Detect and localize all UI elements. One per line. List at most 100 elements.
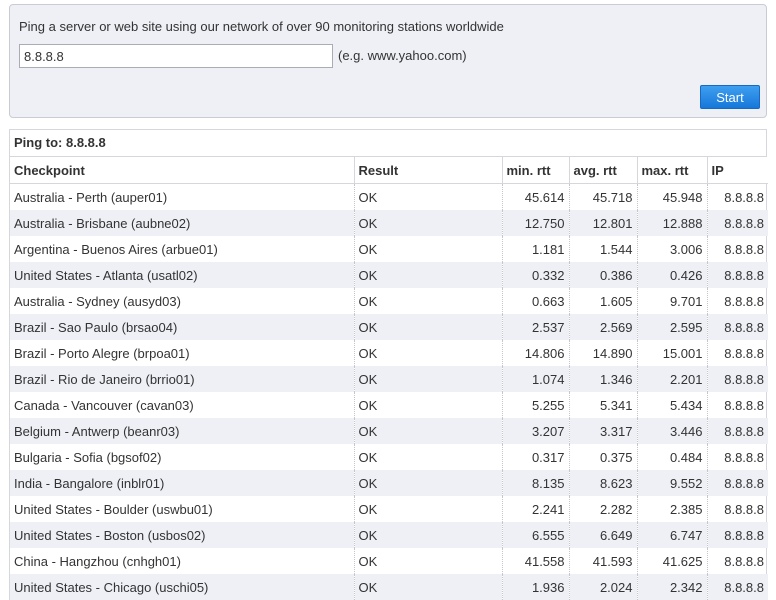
column-header-result: Result	[354, 157, 503, 184]
min-rtt-cell: 1.936	[502, 574, 570, 600]
table-row: Brazil - Sao Paulo (brsao04) OK 2.537 2.…	[10, 314, 768, 340]
avg-rtt-cell: 41.593	[569, 548, 638, 574]
max-rtt-cell: 0.426	[637, 262, 708, 288]
ip-cell: 8.8.8.8	[724, 293, 764, 309]
result-cell: OK	[354, 262, 503, 288]
min-rtt-cell: 0.317	[502, 444, 570, 470]
checkpoint-cell: Australia - Sydney (ausyd03)	[10, 288, 355, 314]
table-row: Australia - Perth (auper01) OK 45.614 45…	[10, 183, 768, 210]
ip-cell: 8.8.8.8	[707, 418, 768, 444]
checkpoint-cell: Argentina - Buenos Aires (arbue01)	[10, 236, 355, 262]
avg-rtt-cell: 0.386	[569, 262, 638, 288]
max-rtt-cell: 6.747	[637, 522, 708, 548]
ip-cell: 8.8.8.8	[724, 397, 764, 413]
start-button[interactable]: Start	[700, 85, 760, 109]
result-cell: OK	[354, 340, 503, 366]
min-rtt-cell: 1.181	[502, 236, 570, 262]
checkpoint-cell: Brazil - Sao Paulo (brsao04)	[10, 314, 355, 340]
table-row: Brazil - Rio de Janeiro (brrio01) OK 1.0…	[10, 366, 768, 392]
result-cell: OK	[354, 444, 503, 470]
avg-rtt-cell: 2.024	[569, 574, 638, 600]
max-rtt-cell: 2.385	[637, 496, 708, 522]
max-rtt-cell: 9.701	[637, 288, 708, 314]
result-cell: OK	[354, 392, 503, 418]
column-header-min-rtt: min. rtt	[502, 157, 570, 184]
host-input[interactable]	[19, 44, 333, 68]
avg-rtt-cell: 3.317	[569, 418, 638, 444]
avg-rtt-cell: 5.341	[569, 392, 638, 418]
table-row: Australia - Brisbane (aubne02) OK 12.750…	[10, 210, 768, 236]
table-row: Argentina - Buenos Aires (arbue01) OK 1.…	[10, 236, 768, 262]
checkpoint-cell: United States - Chicago (uschi05)	[10, 574, 355, 600]
table-row: Bulgaria - Sofia (bgsof02) OK 0.317 0.37…	[10, 444, 768, 470]
min-rtt-cell: 12.750	[502, 210, 570, 236]
checkpoint-cell: Canada - Vancouver (cavan03)	[10, 392, 355, 418]
column-header-ip: IP	[707, 157, 768, 184]
result-cell: OK	[354, 418, 503, 444]
table-row: Canada - Vancouver (cavan03) OK 5.255 5.…	[10, 392, 768, 418]
result-cell: OK	[354, 522, 503, 548]
table-row: Brazil - Porto Alegre (brpoa01) OK 14.80…	[10, 340, 768, 366]
max-rtt-cell: 9.552	[637, 470, 708, 496]
min-rtt-cell: 6.555	[502, 522, 570, 548]
table-row: United States - Boston (usbos02) OK 6.55…	[10, 522, 768, 548]
min-rtt-cell: 8.135	[502, 470, 570, 496]
avg-rtt-cell: 12.801	[569, 210, 638, 236]
ip-cell: 8.8.8.8	[707, 574, 768, 600]
checkpoint-cell: United States - Atlanta (usatl02)	[10, 262, 355, 288]
result-cell: OK	[354, 470, 503, 496]
min-rtt-cell: 0.332	[502, 262, 570, 288]
checkpoint-cell: Belgium - Antwerp (beanr03)	[10, 418, 355, 444]
avg-rtt-cell: 6.649	[569, 522, 638, 548]
result-cell: OK	[354, 236, 503, 262]
min-rtt-cell: 45.614	[502, 183, 570, 210]
table-header-row: Checkpoint Result min. rtt avg. rtt max.…	[10, 157, 768, 184]
table-row: Belgium - Antwerp (beanr03) OK 3.207 3.3…	[10, 418, 768, 444]
ip-cell: 8.8.8.8	[707, 470, 768, 496]
results-heading: Ping to: 8.8.8.8	[10, 130, 766, 157]
result-cell: OK	[354, 366, 503, 392]
avg-rtt-cell: 8.623	[569, 470, 638, 496]
min-rtt-cell: 14.806	[502, 340, 570, 366]
avg-rtt-cell: 14.890	[569, 340, 638, 366]
results-table: Checkpoint Result min. rtt avg. rtt max.…	[10, 157, 768, 600]
table-row: United States - Boulder (uswbu01) OK 2.2…	[10, 496, 768, 522]
avg-rtt-cell: 1.346	[569, 366, 638, 392]
ip-cell: 8.8.8.8	[724, 553, 764, 569]
result-cell: OK	[354, 548, 503, 574]
ip-cell: 8.8.8.8	[707, 314, 768, 340]
ip-cell: 8.8.8.8	[707, 366, 768, 392]
max-rtt-cell: 3.006	[637, 236, 708, 262]
result-cell: OK	[354, 288, 503, 314]
min-rtt-cell: 0.663	[502, 288, 570, 314]
table-row: United States - Atlanta (usatl02) OK 0.3…	[10, 262, 768, 288]
checkpoint-cell: India - Bangalore (inblr01)	[10, 470, 355, 496]
result-cell: OK	[354, 496, 503, 522]
max-rtt-cell: 3.446	[637, 418, 708, 444]
avg-rtt-cell: 2.282	[569, 496, 638, 522]
ip-cell: 8.8.8.8	[707, 210, 768, 236]
host-example-hint: (e.g. www.yahoo.com)	[338, 48, 467, 63]
min-rtt-cell: 2.241	[502, 496, 570, 522]
checkpoint-cell: Australia - Perth (auper01)	[10, 183, 355, 210]
table-row: United States - Chicago (uschi05) OK 1.9…	[10, 574, 768, 600]
min-rtt-cell: 3.207	[502, 418, 570, 444]
max-rtt-cell: 12.888	[637, 210, 708, 236]
max-rtt-cell: 5.434	[637, 392, 708, 418]
max-rtt-cell: 2.595	[637, 314, 708, 340]
ip-cell: 8.8.8.8	[724, 241, 764, 257]
result-cell: OK	[354, 183, 503, 210]
max-rtt-cell: 45.948	[637, 183, 708, 210]
column-header-avg-rtt: avg. rtt	[569, 157, 638, 184]
result-cell: OK	[354, 210, 503, 236]
avg-rtt-cell: 1.605	[569, 288, 638, 314]
result-cell: OK	[354, 574, 503, 600]
max-rtt-cell: 2.201	[637, 366, 708, 392]
form-intro-text: Ping a server or web site using our netw…	[19, 19, 504, 34]
ip-cell: 8.8.8.8	[724, 189, 764, 205]
max-rtt-cell: 15.001	[637, 340, 708, 366]
checkpoint-cell: Australia - Brisbane (aubne02)	[10, 210, 355, 236]
min-rtt-cell: 5.255	[502, 392, 570, 418]
min-rtt-cell: 1.074	[502, 366, 570, 392]
min-rtt-cell: 41.558	[502, 548, 570, 574]
